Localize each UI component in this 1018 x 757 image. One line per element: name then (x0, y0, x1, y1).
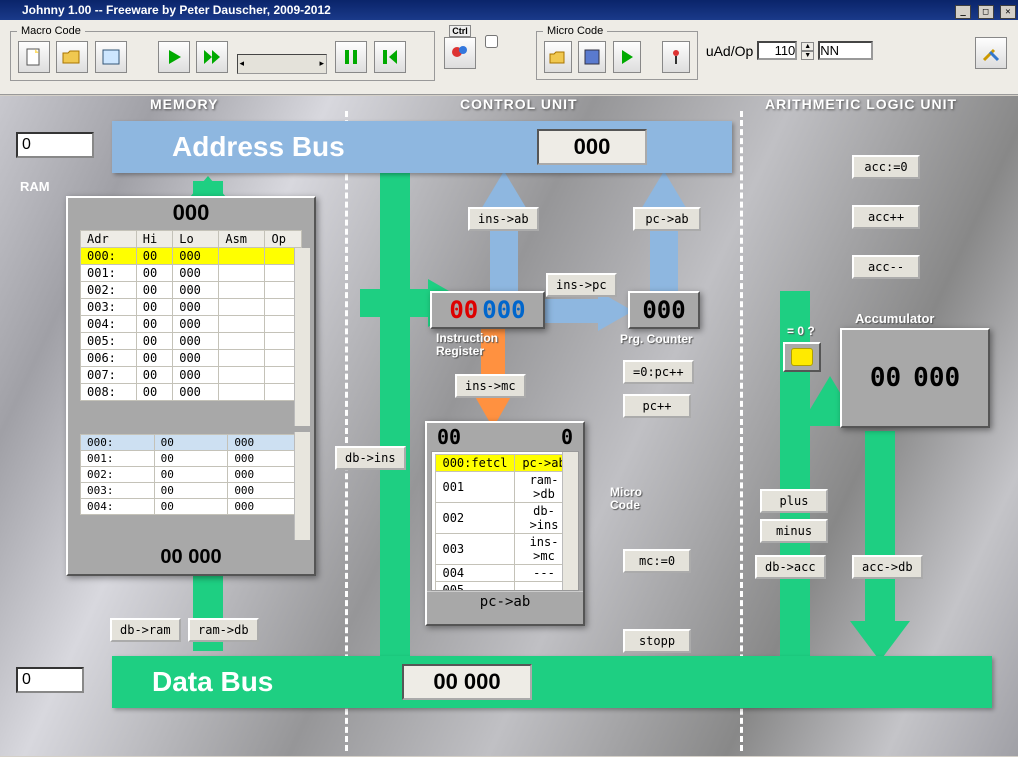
micro-legend: Micro Code (543, 25, 607, 37)
minimize-button[interactable]: _ (955, 5, 971, 19)
acc0-button[interactable]: acc:=0 (852, 155, 920, 179)
pcpp-button[interactable]: pc++ (623, 394, 691, 418)
fast-forward-button[interactable] (196, 41, 228, 73)
macro-legend: Macro Code (17, 25, 85, 37)
pc-ab-button[interactable]: pc->ab (633, 207, 701, 231)
ins-mc-button[interactable]: ins->mc (455, 374, 526, 398)
ram-table-2[interactable]: 000:00000001:00000002:00000003:00000004:… (80, 434, 302, 515)
data-bus: Data Bus 00 000 (112, 656, 992, 708)
tools-button[interactable] (975, 37, 1007, 69)
stopp-button[interactable]: stopp (623, 629, 691, 653)
memory-title: MEMORY (150, 96, 218, 112)
acc-label: Accumulator (855, 311, 934, 326)
ram-db-button[interactable]: ram->db (188, 618, 259, 642)
microcode-panel: 000 000:fetclpc->ab001ram->db002db->ins0… (425, 421, 585, 626)
instruction-register: 00000 (430, 291, 545, 329)
ir-label: InstructionRegister (436, 332, 498, 358)
open-file-button[interactable] (56, 41, 88, 73)
ram-table[interactable]: AdrHiLoAsmOp000:00000001:00000002:000000… (80, 230, 302, 401)
mc0-button[interactable]: mc:=0 (623, 549, 691, 573)
window-title: Johnny 1.00 -- Freeware by Peter Dausche… (22, 3, 953, 17)
alu-title: ARITHMETIC LOGIC UNIT (765, 96, 957, 112)
ins-ab-button[interactable]: ins->ab (468, 207, 539, 231)
micro-record-button[interactable] (662, 41, 690, 73)
ram-label: RAM (20, 179, 50, 194)
db-acc-button[interactable]: db->acc (755, 555, 826, 579)
db-ram-button[interactable]: db->ram (110, 618, 181, 642)
acc-db-button[interactable]: acc->db (852, 555, 923, 579)
micro-open-button[interactable] (544, 41, 572, 73)
uadop-text-input[interactable] (818, 41, 873, 60)
micro-save-button[interactable] (578, 41, 606, 73)
uadop-up[interactable]: ▲ (801, 42, 814, 51)
ins-pc-button[interactable]: ins->pc (546, 273, 617, 297)
data-bus-value: 00 000 (402, 664, 532, 700)
plus-button[interactable]: plus (760, 489, 828, 513)
address-bus: Address Bus 000 (112, 121, 732, 173)
eq0-lamp (783, 342, 821, 372)
uadop-label: uAd/Op (706, 43, 753, 59)
pc-label: Prg. Counter (620, 332, 693, 346)
uadop-value-input[interactable] (757, 41, 797, 60)
address-input[interactable] (16, 132, 94, 158)
maximize-button[interactable]: □ (978, 5, 994, 19)
eq0-label: = 0 ? (787, 324, 815, 338)
play-button[interactable] (158, 41, 190, 73)
minus-button[interactable]: minus (760, 519, 828, 543)
microcode-table[interactable]: 000:fetclpc->ab001ram->db002db->ins003in… (435, 454, 574, 591)
ram-button[interactable] (95, 41, 127, 73)
ctrl-badge: Ctrl (449, 25, 471, 37)
program-counter: 000 (628, 291, 700, 329)
accpp-button[interactable]: acc++ (852, 205, 920, 229)
data-input[interactable] (16, 667, 84, 693)
uadop-down[interactable]: ▼ (801, 51, 814, 60)
eq0pcpp-button[interactable]: =0:pc++ (623, 360, 694, 384)
db-ins-button[interactable]: db->ins (335, 446, 406, 470)
settings-button[interactable] (444, 37, 476, 69)
accumulator: 00000 (840, 328, 990, 428)
ctrl-checkbox[interactable] (485, 35, 498, 48)
accmm-button[interactable]: acc-- (852, 255, 920, 279)
control-title: CONTROL UNIT (460, 96, 578, 112)
microcode-label: MicroCode (610, 486, 642, 512)
app-icon (2, 2, 18, 18)
ram-panel: 000 AdrHiLoAsmOp000:00000001:00000002:00… (66, 196, 316, 576)
new-file-button[interactable] (18, 41, 50, 73)
close-button[interactable]: ✕ (1000, 5, 1016, 19)
address-bus-value: 000 (537, 129, 647, 165)
micro-play-button[interactable] (613, 41, 641, 73)
pause-button[interactable] (335, 41, 367, 73)
reset-button[interactable] (374, 41, 406, 73)
